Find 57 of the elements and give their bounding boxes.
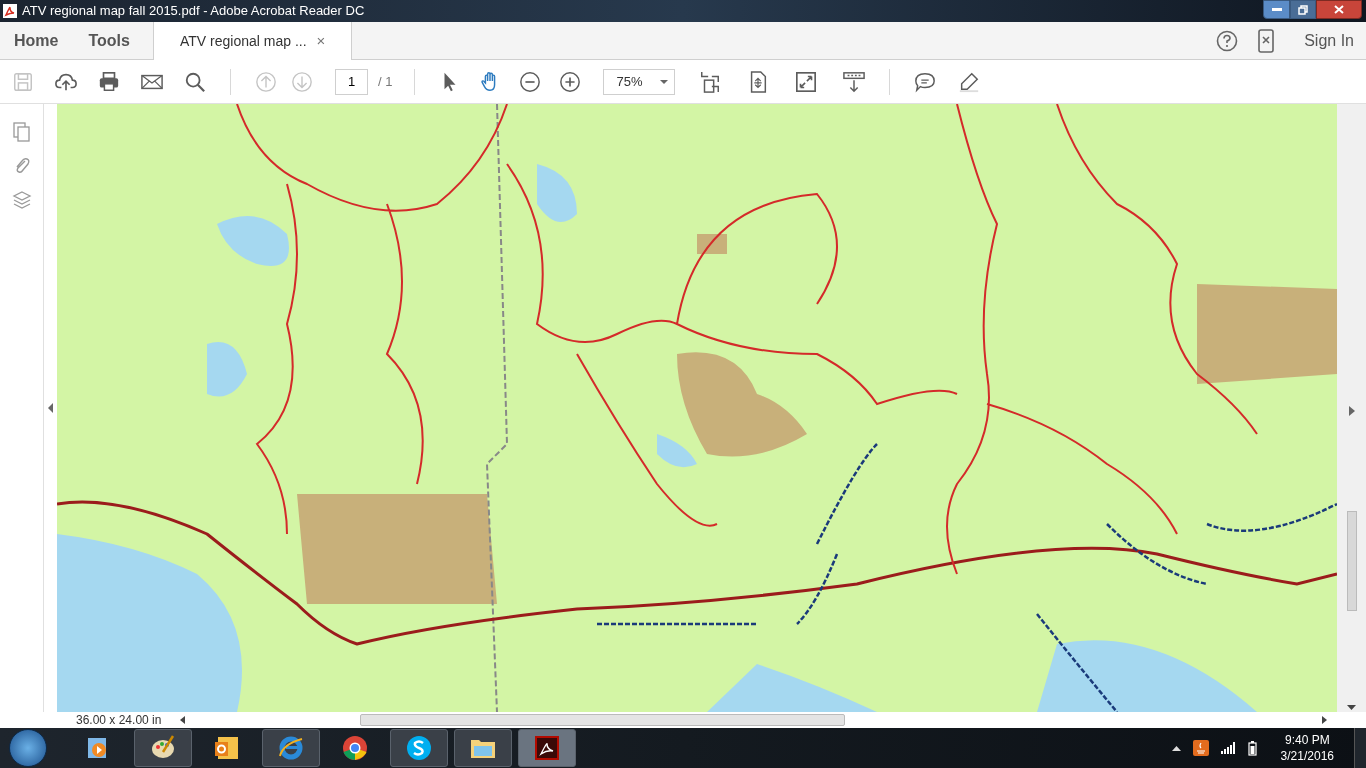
horizontal-scrollbar[interactable] xyxy=(360,714,845,726)
zoom-in-icon xyxy=(559,70,582,93)
full-screen-icon xyxy=(795,70,818,93)
page-count: / 1 xyxy=(378,72,393,91)
minimize-icon xyxy=(1271,7,1282,12)
scroll-left-icon[interactable] xyxy=(180,716,185,724)
search-icon xyxy=(184,70,206,93)
browser-circle-icon xyxy=(341,734,369,762)
help-icon[interactable] xyxy=(1216,29,1239,52)
zoom-out-icon xyxy=(519,70,542,93)
pdf-icon xyxy=(2,3,18,19)
next-page-arrow-icon[interactable] xyxy=(1348,406,1355,416)
scrollbar-thumb[interactable] xyxy=(1346,510,1357,611)
battery-icon[interactable] xyxy=(1247,740,1257,756)
restore-button[interactable] xyxy=(1290,0,1316,19)
pen-icon xyxy=(958,70,981,93)
clock-date: 3/21/2016 xyxy=(1280,748,1334,764)
taskbar-app-button[interactable] xyxy=(518,729,576,767)
close-tab-button[interactable]: × xyxy=(316,29,326,53)
java-icon[interactable] xyxy=(1192,740,1209,756)
signal-icon[interactable] xyxy=(1220,742,1236,754)
start-button[interactable] xyxy=(9,729,47,767)
restore-icon xyxy=(1298,4,1308,15)
s-chat-icon xyxy=(405,734,433,762)
show-hidden-icons-icon[interactable] xyxy=(1171,745,1181,751)
printer-icon xyxy=(98,70,120,93)
scroll-down-icon[interactable] xyxy=(1347,705,1356,710)
nav-tab[interactable]: Tools xyxy=(88,28,130,53)
minimize-button[interactable] xyxy=(1263,0,1290,19)
pdf-reader-icon xyxy=(533,734,561,762)
comment-icon xyxy=(914,70,937,93)
clock-time: 9:40 PM xyxy=(1284,732,1330,748)
close-icon xyxy=(1334,5,1344,14)
clock[interactable]: 9:40 PM 3/21/2016 xyxy=(1280,732,1334,764)
taskbar-app-button[interactable] xyxy=(134,729,192,767)
calendar-mail-icon xyxy=(213,734,241,762)
expand-panel-icon[interactable] xyxy=(47,403,54,413)
download-icon xyxy=(843,70,866,93)
save-icon xyxy=(12,70,34,93)
fit-page-icon xyxy=(699,70,722,93)
layers-icon[interactable] xyxy=(11,190,32,210)
taskbar-app-button[interactable] xyxy=(454,729,512,767)
taskbar-app-button[interactable] xyxy=(262,729,320,767)
nav-tab[interactable]: Home xyxy=(14,28,59,53)
mobile-icon[interactable] xyxy=(1258,28,1275,53)
window-title: ATV regional map fall 2015.pdf - Adobe Acrobat Reader DC xyxy=(22,2,365,21)
close-button[interactable] xyxy=(1316,0,1362,19)
vertical-scrollbar[interactable] xyxy=(1337,104,1366,712)
sign-in-link[interactable]: Sign In xyxy=(1304,28,1354,53)
document-tab[interactable]: ATV regional map ... × xyxy=(154,22,353,60)
dropdown-caret-icon xyxy=(660,79,669,84)
page-size-label: 36.00 x 24.00 in xyxy=(76,712,163,729)
scroll-right-icon[interactable] xyxy=(1322,716,1327,724)
zoom-dropdown[interactable]: 75% xyxy=(603,68,676,95)
browser-e-icon xyxy=(277,734,305,762)
page-number-field[interactable]: 1 xyxy=(335,68,368,95)
taskbar-app-button[interactable] xyxy=(390,729,448,767)
